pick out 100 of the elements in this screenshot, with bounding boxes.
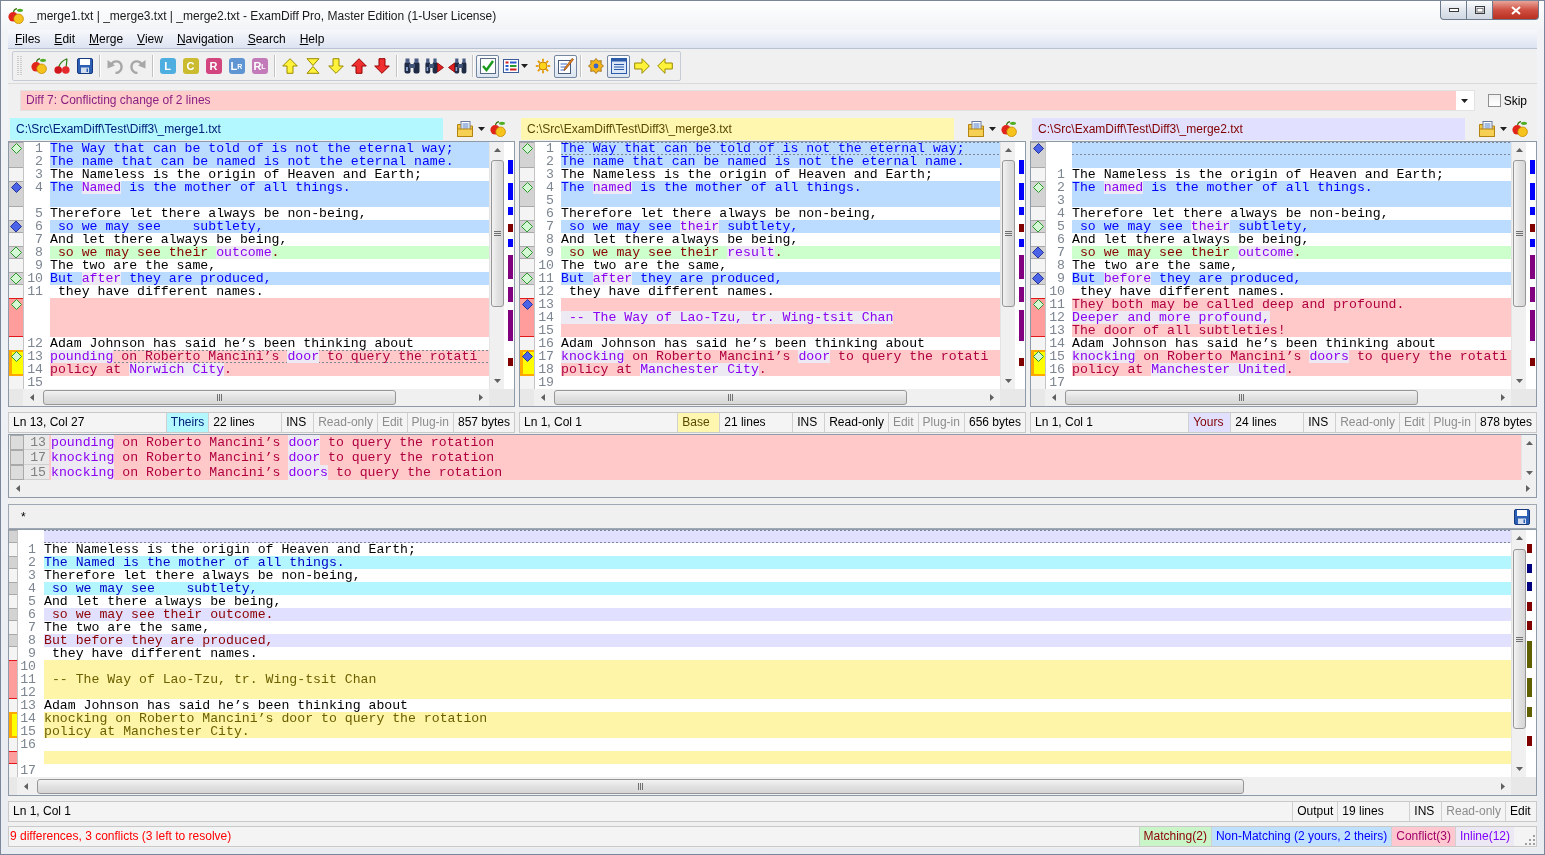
status-item: 21 lines: [719, 413, 793, 432]
diff-selector[interactable]: Diff 7: Conflicting change of 2 lines: [20, 90, 1475, 111]
scroll-up-icon[interactable]: [1525, 440, 1533, 445]
caret-icon[interactable]: [1461, 98, 1469, 103]
diamond-icon[interactable]: [1031, 246, 1045, 259]
scroll-left-icon[interactable]: [540, 394, 545, 401]
letter-button[interactable]: R: [205, 58, 222, 74]
folder-icon[interactable]: [968, 121, 984, 137]
toolbar-button[interactable]: [476, 54, 499, 78]
scrollbar-thumb[interactable]: [554, 390, 907, 405]
toolbar-button[interactable]: [554, 54, 577, 78]
binoculars-icon[interactable]: [403, 58, 420, 74]
save-icon[interactable]: [76, 58, 93, 74]
close-button[interactable]: [1492, 1, 1539, 20]
fruit-icon[interactable]: [1001, 121, 1017, 137]
grip-icon: [17, 55, 22, 77]
vertical-scrollbar[interactable]: [1511, 142, 1526, 389]
binoculars-arrow-icon[interactable]: [448, 58, 467, 74]
horizontal-scrollbar[interactable]: [9, 480, 1536, 497]
scroll-down-icon[interactable]: [493, 379, 501, 383]
fruit-icon[interactable]: [1512, 121, 1528, 137]
skip-checkbox[interactable]: [1487, 94, 1501, 107]
diamond-icon[interactable]: [521, 351, 533, 362]
minimize-button[interactable]: [1440, 1, 1467, 20]
menu-item[interactable]: Merge: [82, 30, 131, 48]
folder-icon[interactable]: [1479, 121, 1495, 137]
overview-mark: [1530, 310, 1535, 341]
scrollbar-thumb[interactable]: [43, 390, 396, 405]
scroll-down-icon[interactable]: [1004, 379, 1012, 383]
binoculars-arrow-icon[interactable]: [425, 58, 444, 74]
overview-mark: [508, 310, 513, 341]
folder-icon[interactable]: [457, 121, 473, 137]
menu-item[interactable]: Files: [8, 30, 48, 48]
vertical-scrollbar[interactable]: [489, 142, 504, 389]
menu-item[interactable]: Search: [240, 30, 293, 48]
vertical-scrollbar[interactable]: [1000, 142, 1015, 389]
scroll-left-icon[interactable]: [29, 394, 34, 401]
scroll-right-icon[interactable]: [1500, 394, 1505, 401]
status-item: Base: [677, 413, 720, 432]
code-line: And let there always be being,: [1072, 233, 1310, 246]
status-item: Plug-in: [917, 413, 964, 432]
gutter-strip: [1031, 389, 1045, 406]
caret-icon[interactable]: [478, 127, 485, 131]
up-arrow-icon[interactable]: [350, 58, 367, 74]
caret-icon[interactable]: [520, 64, 528, 68]
scrollbar-thumb[interactable]: [1065, 390, 1418, 405]
menu-item[interactable]: Navigation: [169, 30, 241, 48]
file-path-label: C:\Src\ExamDiff\Test\Diff3\_merge2.txt: [1032, 118, 1465, 140]
grip-icon: [728, 394, 733, 401]
horizontal-scrollbar[interactable]: [1045, 389, 1511, 406]
scroll-right-icon[interactable]: [989, 394, 994, 401]
scrollbar-thumb[interactable]: [37, 778, 1244, 794]
toolbar-button[interactable]: [607, 54, 630, 78]
scroll-up-icon[interactable]: [493, 148, 501, 152]
horizontal-scrollbar[interactable]: [534, 389, 1000, 406]
save-icon[interactable]: [1514, 508, 1530, 525]
menu-item[interactable]: Help: [292, 30, 332, 48]
overview-mark: [1527, 602, 1532, 611]
diamond-icon[interactable]: [9, 220, 23, 233]
scroll-left-icon[interactable]: [23, 782, 28, 790]
vertical-scrollbar[interactable]: [1511, 530, 1526, 777]
scrollbar-thumb[interactable]: [1512, 160, 1526, 307]
menu-item[interactable]: View: [130, 30, 170, 48]
gear-icon[interactable]: [587, 58, 604, 74]
scroll-down-icon[interactable]: [1525, 470, 1533, 475]
scroll-down-icon[interactable]: [1515, 767, 1523, 771]
scroll-right-icon[interactable]: [478, 394, 483, 401]
overview-mark: [1527, 736, 1532, 746]
scroll-right-icon[interactable]: [1525, 485, 1530, 492]
scrollbar-thumb[interactable]: [1001, 160, 1015, 307]
scroll-down-icon[interactable]: [1515, 379, 1523, 383]
scrollbar-thumb[interactable]: [490, 160, 504, 307]
vertical-scrollbar[interactable]: [1521, 435, 1536, 480]
diamond-icon[interactable]: [521, 299, 533, 310]
grid-icon[interactable]: [502, 58, 519, 74]
scroll-up-icon[interactable]: [1515, 148, 1523, 152]
caret-icon[interactable]: [1500, 127, 1507, 131]
diamond-icon[interactable]: [10, 182, 22, 193]
caret-icon[interactable]: [989, 127, 996, 131]
diamond-icon[interactable]: [1032, 143, 1044, 154]
scroll-left-icon[interactable]: [1051, 394, 1056, 401]
fruit-icon[interactable]: [30, 58, 47, 74]
maximize-button[interactable]: [1466, 1, 1493, 20]
menu-item[interactable]: Edit: [47, 30, 83, 48]
fruit-icon[interactable]: [490, 121, 506, 137]
scrollbar-thumb[interactable]: [1512, 549, 1526, 729]
horizontal-scrollbar[interactable]: [17, 777, 1511, 795]
scroll-up-icon[interactable]: [1515, 536, 1523, 540]
diamond-icon[interactable]: [1031, 272, 1045, 285]
code-line: And let there always be being,: [44, 595, 282, 608]
sun-icon[interactable]: [534, 58, 551, 74]
hourglass-icon[interactable]: [304, 58, 321, 74]
grip-icon: [638, 782, 643, 790]
status-item: Plug-in: [406, 413, 453, 432]
scroll-right-icon[interactable]: [1500, 782, 1505, 790]
down-arrow-icon[interactable]: [373, 58, 390, 74]
scroll-left-icon[interactable]: [15, 485, 20, 492]
cherries-icon[interactable]: [53, 58, 70, 74]
scroll-up-icon[interactable]: [1004, 148, 1012, 152]
horizontal-scrollbar[interactable]: [23, 389, 489, 406]
